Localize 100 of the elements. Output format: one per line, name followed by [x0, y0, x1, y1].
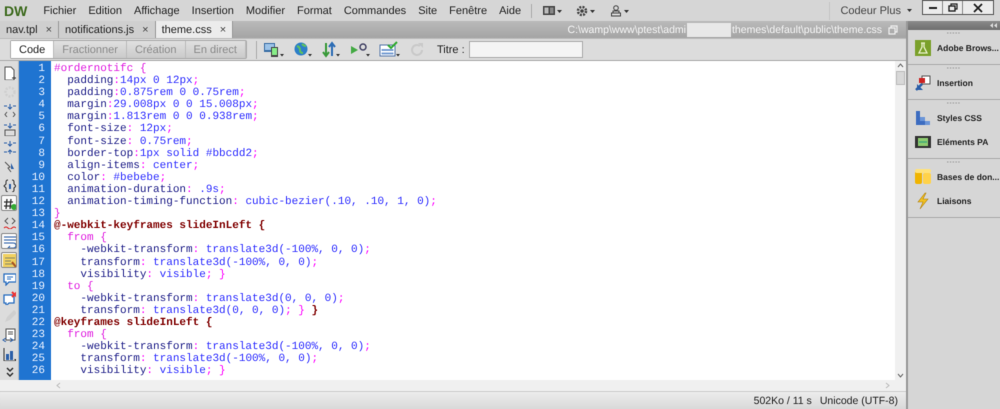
restore-icon	[948, 2, 958, 12]
new-file-icon[interactable]	[2, 66, 16, 80]
code-line: padding:14px 0 12px;	[66, 75, 200, 88]
collapse-code-icon[interactable]	[2, 103, 16, 118]
menu-item[interactable]: Modifier	[240, 4, 291, 16]
close-tab-button[interactable]: ×	[220, 24, 226, 36]
grip-icon[interactable]	[947, 161, 961, 164]
code-line: @keyframes slideInLeft {	[54, 316, 214, 329]
line-number: 5	[37, 111, 45, 124]
code-line: visibility: visible; }	[79, 268, 227, 281]
panel-item[interactable]: Bases de don...	[937, 172, 1000, 182]
file-tab[interactable]: theme.css ×	[156, 21, 234, 38]
panel-item[interactable]: Adobe Brows...	[937, 43, 999, 53]
file-path: C:\wamp\www\ptest\admi	[568, 24, 686, 36]
title-field[interactable]	[468, 41, 583, 58]
grip-icon[interactable]	[947, 32, 961, 35]
play-preview-icon[interactable]	[348, 40, 371, 58]
speech-bubble-icon[interactable]	[2, 272, 16, 286]
devices-icon[interactable]	[262, 40, 285, 58]
line-number: 2	[37, 75, 45, 88]
scroll-down-icon[interactable]	[897, 373, 904, 378]
code-line: -webkit-transform: translate3d(0, 0, 0);	[79, 292, 346, 305]
menu-item[interactable]: Site	[412, 4, 444, 16]
code-line: transform: translate3d(-100%, 0, 0);	[79, 353, 320, 366]
menu-item[interactable]: Format	[290, 4, 338, 16]
file-size-status: 502Ko / 11 s	[754, 394, 812, 406]
code-line: #ordernotifc {	[54, 63, 148, 75]
speech-bubble-x-icon[interactable]	[2, 290, 16, 305]
menu-item[interactable]: Edition	[82, 4, 128, 16]
close-icon	[973, 2, 983, 12]
code-line: -webkit-transform: translate3d(-100%, 0, 0);	[79, 341, 372, 354]
film-strip-icon[interactable]	[914, 133, 932, 151]
line-number: 25	[30, 353, 45, 366]
code-line: from {	[66, 329, 107, 342]
code-line: margin:29.008px 0 0 15.008px;	[66, 99, 260, 112]
line-number: 15	[30, 232, 45, 244]
user-icon[interactable]	[610, 4, 630, 16]
file-tab[interactable]: notifications.js ×	[59, 21, 156, 38]
line-number: 8	[37, 148, 45, 160]
line-number: 7	[37, 136, 45, 148]
line-number: 17	[30, 256, 45, 269]
bar-chart-icon[interactable]	[2, 346, 16, 360]
checklist-icon[interactable]	[378, 40, 401, 58]
code-line: @-webkit-keyframes slideInLeft {	[54, 220, 266, 232]
title-label: Titre :	[436, 44, 465, 56]
code-line: margin:1.813rem 0 0 0.938rem;	[66, 111, 260, 124]
file-tab[interactable]: nav.tpl ×	[0, 21, 60, 38]
line-number: 12	[30, 196, 45, 208]
menu-item[interactable]: Fenêtre	[443, 4, 494, 16]
panel-item[interactable]: Liaisons	[937, 196, 972, 206]
panel-item[interactable]: Styles CSS	[937, 113, 982, 123]
scroll-up-icon[interactable]	[897, 63, 904, 68]
collapse-panel-icon[interactable]	[989, 23, 997, 28]
css-styles-icon[interactable]	[914, 109, 932, 127]
encoding-status[interactable]: Unicode (UTF-8)	[820, 394, 898, 406]
code-line: padding:0.875rem 0 0.75rem;	[66, 87, 246, 100]
workspace-switcher[interactable]: Codeur Plus	[840, 4, 901, 16]
code-line: visibility: visible; }	[79, 365, 227, 378]
menu-item[interactable]: Affichage	[128, 4, 186, 16]
code-line: -webkit-transform: translate3d(-100%, 0, 0);	[79, 244, 372, 256]
menu-item[interactable]: Fichier	[37, 4, 82, 16]
line-number: 26	[30, 365, 45, 378]
code-line: font-size: 0.75rem;	[66, 136, 194, 148]
line-number: 3	[37, 87, 45, 100]
line-number: 6	[37, 123, 45, 136]
menu-item[interactable]: Insertion	[186, 4, 240, 16]
grip-icon[interactable]	[947, 67, 961, 70]
panel-item[interactable]: Insertion	[937, 78, 973, 88]
settings-icon[interactable]	[576, 4, 596, 16]
comment-icon[interactable]	[2, 215, 16, 230]
format-code-icon[interactable]	[2, 328, 16, 342]
line-number: 13	[30, 208, 45, 220]
word-wrap-icon[interactable]	[2, 234, 16, 248]
close-tab-button[interactable]: ×	[46, 24, 52, 36]
insert-object-icon[interactable]	[914, 74, 932, 92]
expand-all-icon[interactable]	[2, 140, 16, 154]
caret-icon[interactable]	[907, 9, 912, 12]
line-number: 21	[30, 304, 45, 317]
line-number: 20	[30, 292, 45, 305]
collapse-selection-icon[interactable]	[2, 122, 16, 136]
globe-icon[interactable]	[292, 40, 313, 58]
panel-item[interactable]: Eléments PA	[937, 137, 988, 147]
flask-icon[interactable]	[914, 39, 932, 57]
code-line: align-items: center;	[66, 160, 200, 172]
menu-item[interactable]: Commandes	[338, 4, 412, 16]
line-number: 9	[37, 160, 45, 172]
grip-icon[interactable]	[947, 102, 961, 105]
highlight-icon[interactable]	[2, 253, 16, 268]
code-line: from {	[66, 232, 107, 244]
layout-icon[interactable]	[542, 4, 562, 16]
braces-icon[interactable]	[2, 178, 16, 192]
scrollbar-thumb[interactable]	[896, 71, 905, 85]
view-button[interactable]: Code	[11, 41, 54, 58]
menu-item[interactable]: Aide	[493, 4, 528, 16]
hash-icon[interactable]	[2, 196, 16, 210]
code-line: font-size: 12px;	[66, 123, 174, 136]
close-tab-button[interactable]: ×	[142, 24, 149, 36]
line-number: 23	[30, 329, 45, 342]
up-down-arrows-icon[interactable]	[320, 40, 341, 58]
line-number: 10	[30, 172, 45, 184]
